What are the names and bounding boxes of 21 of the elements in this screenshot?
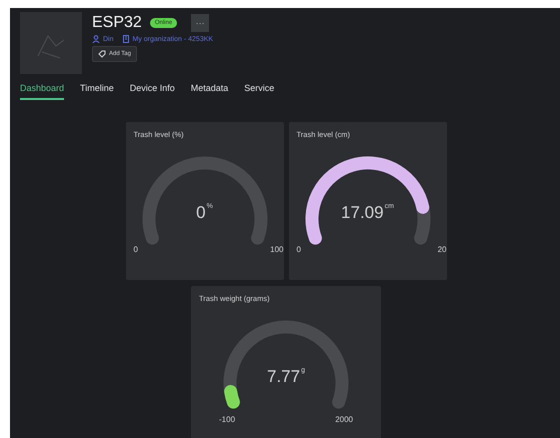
gauge-value: 17.09 — [341, 203, 384, 223]
gauge-value: 0 — [196, 203, 206, 223]
tab[interactable]: Service — [244, 83, 274, 100]
gauge-fill — [224, 384, 240, 409]
tab[interactable]: Timeline — [80, 83, 114, 100]
tab[interactable]: Metadata — [190, 83, 228, 100]
gauge-max: 2000 — [335, 415, 353, 424]
gauge-value: 7.77 — [267, 367, 300, 387]
gauge-min: -100 — [219, 415, 236, 424]
gauge-min: 0 — [296, 245, 301, 254]
tag-icon — [98, 50, 106, 58]
gauge-min: 0 — [134, 245, 138, 254]
device-name: ESP32 — [92, 14, 142, 32]
gauge-max: 20 — [438, 245, 446, 254]
user-icon — [92, 35, 100, 43]
tab[interactable]: Dashboard — [20, 83, 64, 100]
building-icon — [122, 35, 130, 43]
more-button[interactable]: ··· — [191, 14, 210, 32]
tab[interactable]: Device Info — [130, 83, 175, 100]
gauge-max: 100 — [270, 245, 284, 254]
device-thumbnail-icon — [20, 12, 82, 74]
